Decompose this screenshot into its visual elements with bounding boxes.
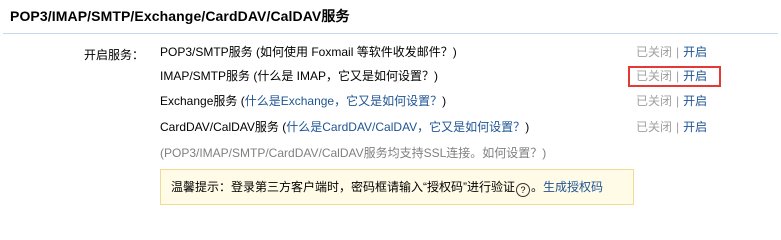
status-separator: | xyxy=(676,94,680,108)
ssl-support-note: (POP3/IMAP/SMTP/CardDAV/CalDAV服务均支持SSL连接… xyxy=(160,144,546,161)
status-separator: | xyxy=(676,45,680,59)
service-help: (什么是Exchange，它又是如何设置？) xyxy=(237,94,446,108)
service-name: CardDAV/CalDAV服务 xyxy=(160,120,279,134)
enable-exchange-link[interactable]: 开启 xyxy=(683,94,707,108)
help-link[interactable]: 什么是Exchange，它又是如何设置？ xyxy=(245,94,442,108)
help-link[interactable]: (什么是 IMAP，它又是如何设置？) xyxy=(250,69,438,83)
highlight-annotation xyxy=(628,66,721,87)
tip-text-end: 。 xyxy=(531,180,544,194)
help-paren-close: ) xyxy=(525,120,530,134)
status-disabled-label: 已关闭 xyxy=(636,94,673,108)
status-disabled-label: 已关闭 xyxy=(636,45,673,59)
help-link[interactable]: 什么是CardDAV/CalDAV，它又是如何设置？ xyxy=(286,120,525,134)
service-help: (如何使用 Foxmail 等软件收发邮件？) xyxy=(253,45,457,59)
service-name: POP3/SMTP服务 xyxy=(160,45,253,59)
status-disabled-label: 已关闭 xyxy=(636,120,673,134)
generate-auth-code-link[interactable]: 生成授权码 xyxy=(543,180,603,194)
service-status-carddav-caldav: 已关闭 | 开启 xyxy=(636,117,726,137)
service-name: IMAP/SMTP服务 xyxy=(160,69,251,83)
help-link[interactable]: (如何使用 Foxmail 等软件收发邮件？) xyxy=(253,45,457,59)
help-paren-close: ) xyxy=(442,94,447,108)
tip-text: 温馨提示：登录第三方客户端时，密码框请输入“授权码”进行验证 xyxy=(171,180,515,194)
tip-box: 温馨提示：登录第三方客户端时，密码框请输入“授权码”进行验证? 。生成授权码 xyxy=(160,169,634,205)
ssl-help-link[interactable]: (POP3/IMAP/SMTP/CardDAV/CalDAV服务均支持SSL连接… xyxy=(160,146,546,160)
service-help: (什么是 IMAP，它又是如何设置？) xyxy=(250,69,438,83)
enable-carddav-caldav-link[interactable]: 开启 xyxy=(683,120,707,134)
status-separator: | xyxy=(676,120,680,134)
service-status-exchange: 已关闭 | 开启 xyxy=(636,91,726,111)
service-status-pop3-smtp: 已关闭 | 开启 xyxy=(636,42,726,62)
section-title: POP3/IMAP/SMTP/Exchange/CardDAV/CalDAV服务 xyxy=(10,8,350,24)
section-divider xyxy=(3,33,778,34)
enable-pop3-smtp-link[interactable]: 开启 xyxy=(683,45,707,59)
service-name: Exchange服务 xyxy=(160,94,238,108)
help-paren-open: ( xyxy=(237,94,245,108)
question-circle-icon[interactable]: ? xyxy=(516,183,530,197)
service-help: (什么是CardDAV/CalDAV，它又是如何设置？) xyxy=(279,120,529,134)
services-label: 开启服务： xyxy=(84,48,145,62)
service-settings-panel: POP3/IMAP/SMTP/Exchange/CardDAV/CalDAV服务… xyxy=(0,0,781,214)
